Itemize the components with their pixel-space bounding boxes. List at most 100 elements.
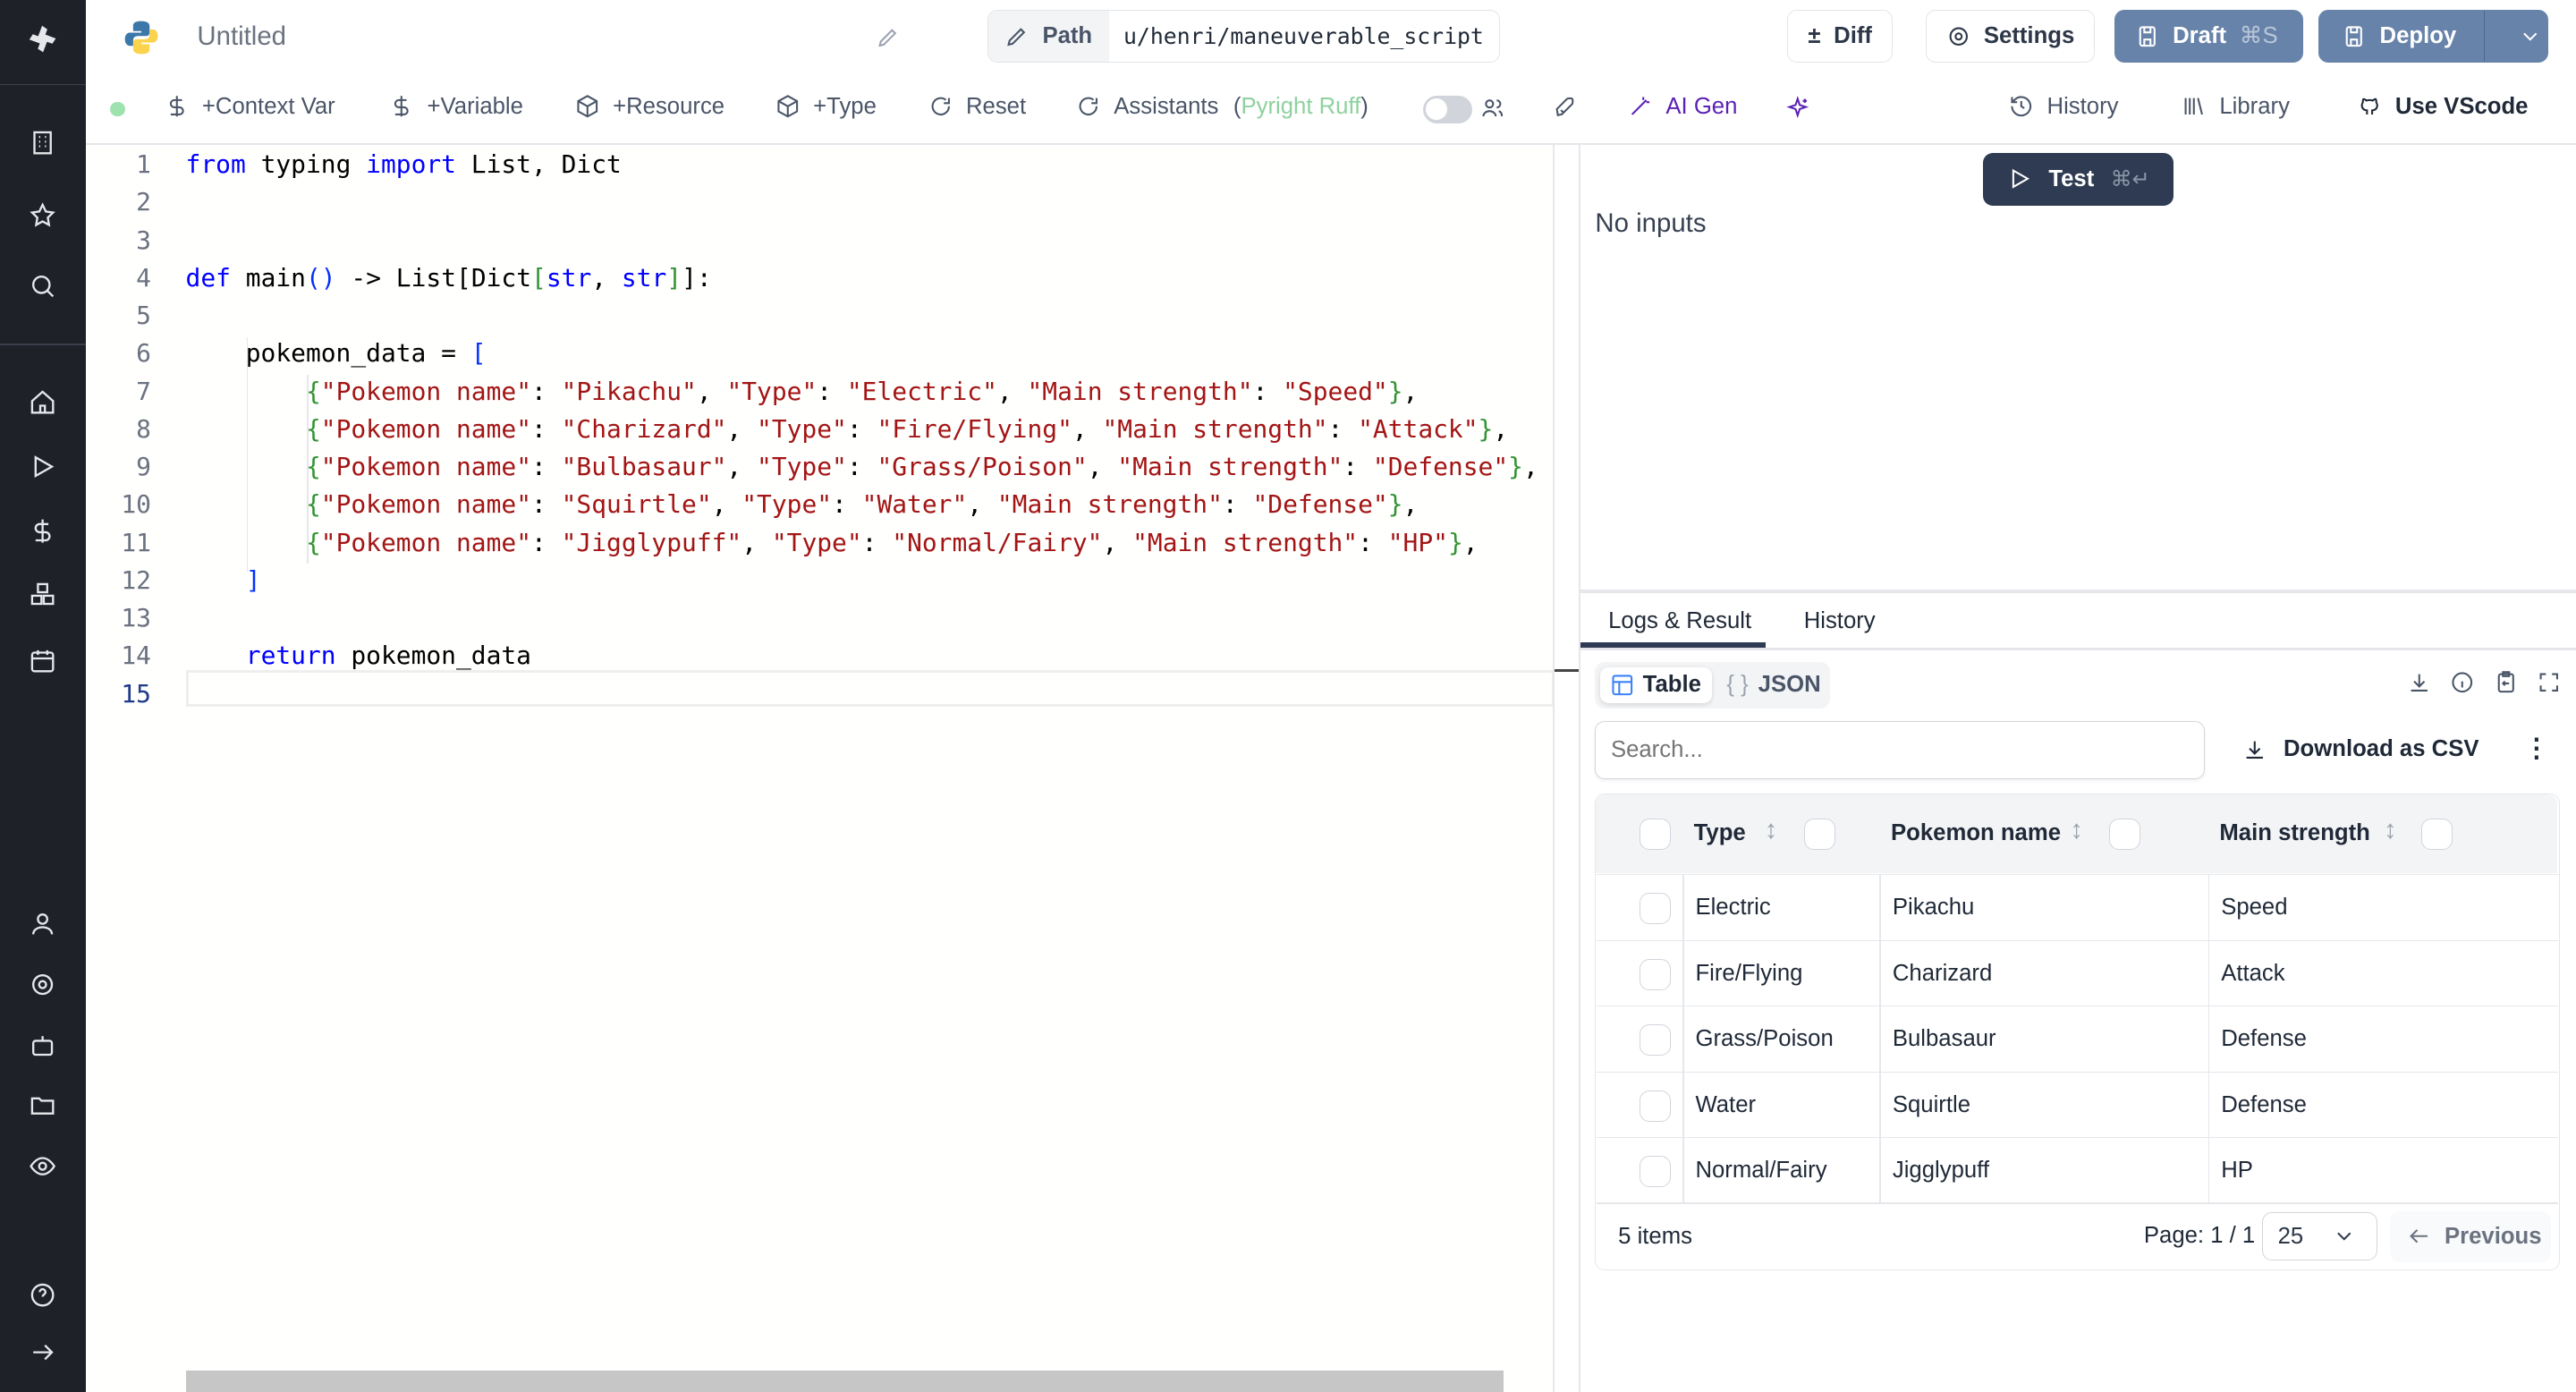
- pane-divider[interactable]: [1579, 144, 1580, 1392]
- use-vscode-button[interactable]: Use VScode: [2358, 94, 2528, 120]
- previous-button[interactable]: Previous: [2390, 1210, 2552, 1262]
- expand-arrow-icon[interactable]: [23, 1333, 63, 1372]
- table-view-button[interactable]: Table: [1599, 666, 1712, 704]
- history-button[interactable]: History: [2009, 94, 2119, 120]
- page-size-select[interactable]: 25: [2262, 1212, 2377, 1260]
- boxes-icon[interactable]: [23, 575, 63, 615]
- settings-button[interactable]: Settings: [1925, 10, 2096, 63]
- download-csv-button[interactable]: Download as CSV: [2242, 736, 2479, 762]
- line-number: 6: [136, 338, 151, 369]
- row-checkbox[interactable]: [1640, 1024, 1671, 1057]
- code-line[interactable]: from typing import List, Dict: [186, 149, 622, 179]
- code-line[interactable]: pokemon_data = [: [186, 338, 487, 368]
- code-token: from: [185, 149, 261, 180]
- column-header[interactable]: Type: [1694, 820, 1746, 846]
- code-line[interactable]: return pokemon_data: [186, 641, 531, 670]
- github-icon: [2358, 94, 2383, 119]
- gear-icon[interactable]: [23, 964, 63, 1004]
- table-row[interactable]: Fire/Flying Charizard Attack: [1597, 939, 2558, 1007]
- table-cell: Electric: [1695, 895, 1771, 921]
- star-icon[interactable]: [23, 196, 63, 235]
- edit-title-icon[interactable]: [876, 25, 901, 50]
- row-checkbox[interactable]: [1640, 1156, 1671, 1188]
- editor-scroll-track[interactable]: [1552, 144, 1555, 1392]
- users-icon[interactable]: [1480, 96, 1505, 121]
- code-line[interactable]: def main() -> List[Dict[str, str]]:: [186, 263, 712, 293]
- path-input[interactable]: u/henri/maneuverable_script: [1109, 11, 1484, 62]
- clipboard-icon[interactable]: [2494, 670, 2519, 695]
- json-view-button[interactable]: { } JSON: [1726, 672, 1820, 698]
- code-editor[interactable]: [85, 144, 1555, 1392]
- ai-gen-button[interactable]: AI Gen: [1628, 94, 1737, 120]
- reset-button[interactable]: Reset: [928, 94, 1026, 120]
- library-button[interactable]: Library: [2182, 94, 2290, 120]
- code-line[interactable]: {"Pokemon name": "Jigglypuff", "Type": "…: [186, 528, 1479, 557]
- diff-button[interactable]: ± Diff: [1787, 10, 1894, 63]
- dollar-icon: [389, 94, 414, 119]
- table-row[interactable]: Grass/Poison Bulbasaur Defense: [1597, 1006, 2558, 1073]
- search-icon[interactable]: [23, 267, 63, 306]
- search-field[interactable]: [1596, 722, 2204, 778]
- column-header[interactable]: Main strength: [2219, 820, 2370, 846]
- test-button[interactable]: Test ⌘↵: [1982, 152, 2174, 206]
- play-icon[interactable]: [23, 447, 63, 487]
- maximize-icon[interactable]: [2537, 670, 2562, 695]
- code-token: ,: [996, 376, 1028, 406]
- code-token: str: [621, 262, 667, 293]
- table-row[interactable]: Electric Pikachu Speed: [1597, 874, 2558, 941]
- code-line[interactable]: {"Pokemon name": "Bulbasaur", "Type": "G…: [186, 452, 1538, 481]
- bot-icon[interactable]: [23, 1025, 63, 1065]
- script-title[interactable]: Untitled: [197, 21, 286, 52]
- dollar-icon[interactable]: [23, 511, 63, 550]
- column-checkbox[interactable]: [2421, 818, 2453, 850]
- row-checkbox[interactable]: [1640, 1090, 1671, 1122]
- rocket-icon[interactable]: [1553, 96, 1578, 121]
- eye-icon[interactable]: [23, 1147, 63, 1186]
- code-token: }: [1508, 452, 1523, 482]
- column-header[interactable]: Pokemon name: [1891, 820, 2061, 846]
- deploy-button[interactable]: Deploy: [2318, 10, 2548, 63]
- collab-toggle[interactable]: [1422, 95, 1472, 123]
- tab-logs-result[interactable]: Logs & Result: [1608, 608, 1751, 634]
- info-icon[interactable]: [2450, 670, 2475, 695]
- split-divider[interactable]: [1580, 590, 2576, 594]
- windmill-logo-icon[interactable]: [23, 20, 63, 59]
- variable-button[interactable]: +Variable: [389, 94, 523, 120]
- column-checkbox[interactable]: [2109, 818, 2141, 850]
- code-line[interactable]: {"Pokemon name": "Pikachu", "Type": "Ele…: [186, 376, 1418, 406]
- row-checkbox[interactable]: [1640, 893, 1671, 925]
- chevron-down-icon[interactable]: [2518, 24, 2543, 49]
- tab-history[interactable]: History: [1804, 608, 1876, 634]
- type-button[interactable]: +Type: [775, 94, 877, 120]
- calendar-icon[interactable]: [23, 641, 63, 680]
- more-options-icon[interactable]: ⋮: [2523, 733, 2549, 764]
- library-icon: [2182, 94, 2207, 119]
- help-icon[interactable]: [23, 1275, 63, 1314]
- sort-icon[interactable]: ↕: [2070, 815, 2083, 845]
- draft-button[interactable]: Draft ⌘S: [2114, 10, 2304, 63]
- horizontal-scrollbar[interactable]: [185, 1370, 1504, 1392]
- sort-icon[interactable]: ↕: [1765, 815, 1778, 845]
- path-field[interactable]: Path u/henri/maneuverable_script: [987, 10, 1500, 63]
- sort-icon[interactable]: ↕: [2384, 815, 2397, 845]
- assistants-button[interactable]: Assistants (Pyright Ruff): [1076, 94, 1368, 120]
- code-token: [: [470, 338, 487, 369]
- user-icon[interactable]: [23, 904, 63, 943]
- column-checkbox[interactable]: [1640, 818, 1671, 850]
- search-input[interactable]: [1595, 721, 2205, 779]
- building-icon[interactable]: [23, 123, 63, 163]
- table-row[interactable]: Water Squirtle Defense: [1597, 1071, 2558, 1138]
- column-checkbox[interactable]: [1803, 818, 1835, 850]
- resource-button[interactable]: +Resource: [575, 94, 724, 120]
- home-icon[interactable]: [23, 383, 63, 422]
- download-icon[interactable]: [2407, 670, 2432, 695]
- table-row[interactable]: Normal/Fairy Jigglypuff HP: [1597, 1136, 2558, 1204]
- code-line[interactable]: {"Pokemon name": "Squirtle", "Type": "Wa…: [186, 489, 1418, 519]
- code-line[interactable]: ]: [186, 565, 261, 595]
- table-cell: Squirtle: [1892, 1091, 1971, 1117]
- row-checkbox[interactable]: [1640, 958, 1671, 990]
- context-var-button[interactable]: +Context Var: [165, 94, 335, 120]
- sparkles-icon[interactable]: [1785, 95, 1810, 121]
- code-line[interactable]: {"Pokemon name": "Charizard", "Type": "F…: [186, 414, 1508, 444]
- folder-icon[interactable]: [23, 1086, 63, 1125]
